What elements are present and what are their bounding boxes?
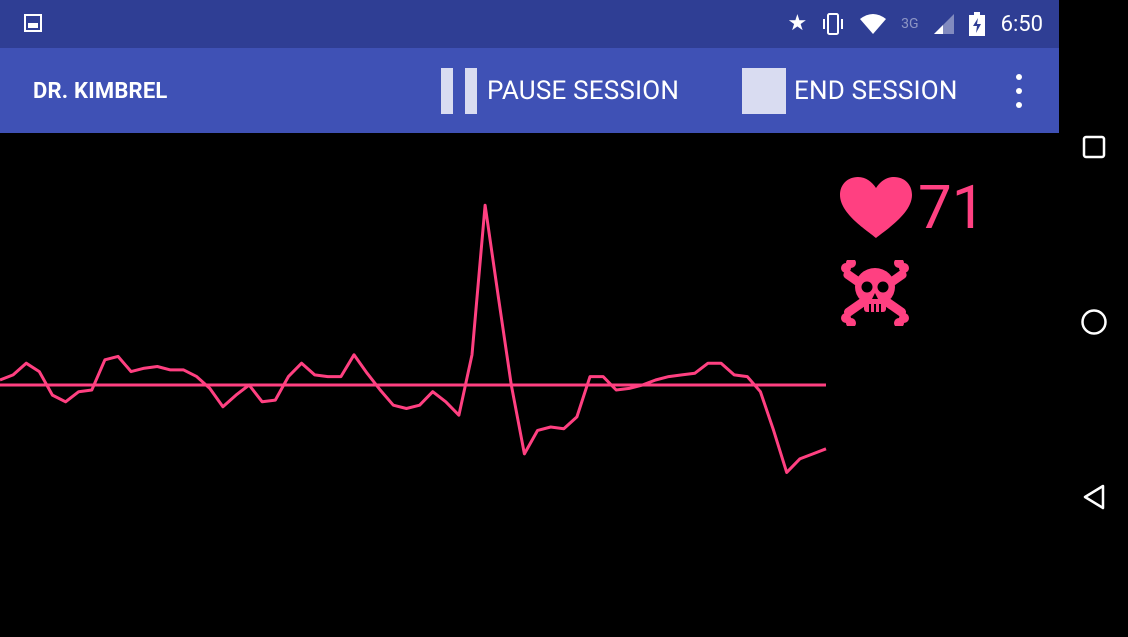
pause-session-button[interactable]: PAUSE SESSION — [441, 68, 679, 114]
3g-icon: 3G — [901, 16, 919, 32]
ecg-trace-line — [0, 203, 827, 474]
vibrate-icon — [823, 13, 844, 35]
screen: ★ 3G 6:50 DR. KIMBREL PAUSE SESSION END … — [0, 0, 1128, 637]
skull-crossbones-icon — [841, 260, 909, 326]
ecg-graph — [0, 203, 827, 474]
pause-icon — [441, 68, 477, 114]
recents-button[interactable] — [1059, 117, 1128, 177]
wifi-icon — [860, 14, 887, 34]
navigation-bar — [1059, 0, 1128, 637]
pause-session-label: PAUSE SESSION — [487, 76, 680, 106]
end-session-label: END SESSION — [794, 76, 958, 106]
heart-rate-row: 71 — [838, 176, 985, 240]
status-bar: ★ 3G 6:50 — [0, 0, 1059, 48]
heart-rate-value: 71 — [918, 172, 986, 243]
signal-icon — [933, 14, 954, 34]
heart-icon — [840, 177, 912, 238]
square-icon — [1082, 135, 1105, 159]
triangle-back-icon — [1083, 484, 1104, 510]
status-time: 6:50 — [1000, 11, 1043, 37]
status-icons: ★ 3G 6:50 — [787, 8, 1043, 40]
circle-icon — [1080, 309, 1107, 335]
app-title: DR. KIMBREL — [33, 79, 168, 104]
image-icon — [24, 14, 42, 32]
app-bar: DR. KIMBREL PAUSE SESSION END SESSION — [0, 48, 1059, 133]
back-button[interactable] — [1059, 467, 1128, 527]
star-icon: ★ — [787, 11, 808, 36]
stop-icon — [742, 68, 786, 114]
battery-charging-icon — [968, 12, 985, 36]
more-vert-icon[interactable] — [1012, 74, 1026, 108]
end-session-button[interactable]: END SESSION — [742, 68, 958, 114]
vitals-panel: 71 — [838, 176, 1038, 336]
home-button[interactable] — [1059, 292, 1128, 352]
